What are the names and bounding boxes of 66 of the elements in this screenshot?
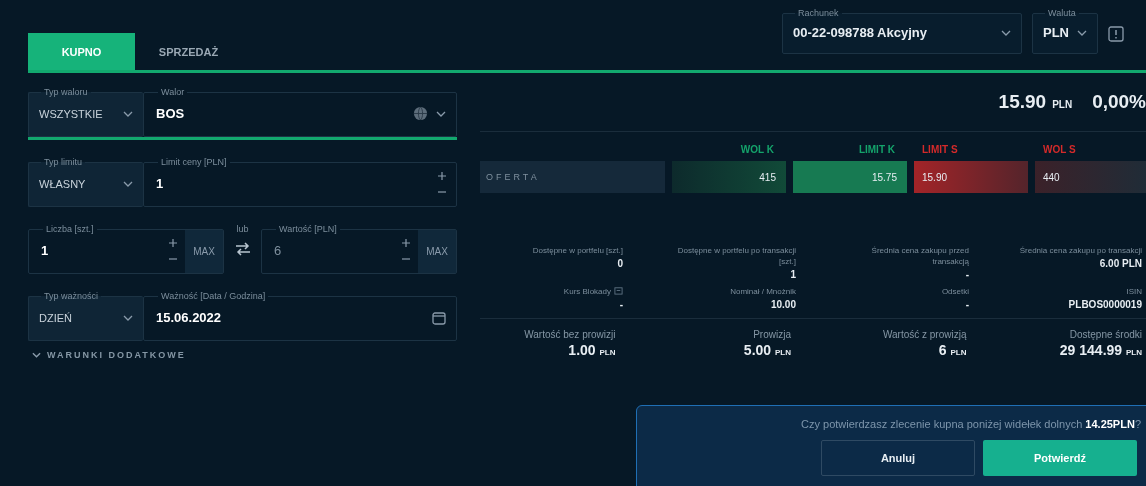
summary-label: Dostępne środki — [1069, 329, 1142, 340]
additional-conditions-toggle[interactable]: WARUNKI DODATKOWE — [28, 350, 186, 360]
order-book-cell: 15.75 — [793, 161, 907, 193]
info-label: Dostępne w portfelu [szt.] — [532, 245, 623, 256]
summary-label: Wartość bez prowizji — [524, 329, 616, 340]
tab[interactable]: SPRZEDAŻ — [135, 33, 242, 70]
plus-icon[interactable] — [402, 238, 410, 247]
max-button[interactable]: MAX — [418, 230, 456, 273]
currency-unit: PLN — [1052, 99, 1073, 110]
order-book-cell: 440 — [1035, 161, 1146, 193]
order-book-cell: 415 — [672, 161, 786, 193]
plus-icon[interactable] — [169, 238, 177, 247]
chevron-down-icon — [1001, 29, 1011, 36]
column-header: WOL S — [1042, 144, 1077, 155]
price-limit-field[interactable]: Limit ceny [PLN] 1 — [143, 157, 457, 207]
chevron-down-icon — [1077, 29, 1087, 36]
chevron-down-icon — [123, 180, 133, 187]
summary-amount: 5.00 PLN — [743, 342, 791, 358]
currency-select[interactable]: Waluta PLN — [1032, 8, 1098, 54]
summary-amount: 1.00 PLN — [568, 342, 616, 358]
row-label: OFERTA — [480, 161, 665, 193]
price-change: 0,00% — [1092, 91, 1146, 113]
info-value: 10.00 — [770, 299, 796, 310]
globe-icon — [413, 106, 428, 121]
info-label: Średnia cena zakupu przed transakcją — [870, 245, 969, 267]
info-label: Dostępne w portfelu po transakcji [szt.] — [676, 245, 796, 267]
cancel-button[interactable]: Anuluj — [821, 440, 975, 476]
info-label: Średnia cena zakupu po transakcji — [1019, 245, 1142, 256]
confirm-message: Czy potwierdzasz zlecenie kupna poniżej widełek dolnych 14.25PLN? — [801, 418, 1141, 430]
summary-amount: 29 144.99 PLN — [1059, 342, 1142, 358]
info-label: Nominał / Mnożnik — [730, 286, 796, 297]
or-label: lub — [236, 224, 249, 234]
price: 15.90 — [998, 91, 1047, 113]
info-label: Odsetki — [941, 286, 969, 297]
validity-type-select[interactable]: Typ ważności DZIEŃ — [28, 291, 143, 341]
info-value: - — [619, 299, 623, 310]
info-value: PLBOS0000019 — [1068, 299, 1142, 310]
chevron-down-icon — [123, 314, 133, 321]
limit-type-select[interactable]: Typ limitu WŁASNY — [28, 157, 143, 207]
chevron-down-icon — [32, 352, 41, 358]
instrument-type-select[interactable]: Typ waloru WSZYSTKIE — [28, 87, 143, 137]
info-value: - — [965, 269, 969, 280]
chevron-down-icon — [123, 110, 133, 117]
quantity-field[interactable]: Liczba [szt.] 1 MAX — [28, 224, 224, 274]
info-label: Kurs Blokady — [563, 286, 623, 297]
account-select[interactable]: Rachunek 00-22-098788 Akcyjny — [782, 8, 1022, 54]
summary-label: Prowizja — [753, 329, 791, 340]
summary-label: Wartość z prowizją — [882, 329, 967, 340]
date-field[interactable]: Ważność [Data / Godzina] 15.06.2022 — [143, 291, 457, 341]
info-value: 0 — [617, 258, 623, 269]
chevron-down-icon — [436, 110, 446, 117]
info-value: 1 — [790, 269, 796, 280]
info-label: ISIN — [1126, 286, 1142, 297]
column-header: LIMIT K — [857, 144, 896, 155]
column-header: LIMIT S — [921, 144, 959, 155]
max-button[interactable]: MAX — [185, 230, 223, 273]
info-value: - — [965, 299, 969, 310]
column-header: WOL K — [739, 144, 775, 155]
calendar-icon[interactable] — [432, 310, 446, 325]
swap-icon[interactable] — [234, 242, 251, 256]
summary-amount: 6 PLN — [938, 342, 967, 358]
amount-field[interactable]: Wartość [PLN] 6 MAX — [261, 224, 457, 274]
instrument-field[interactable]: Walor BOS — [143, 87, 457, 137]
info-value: 6.00 PLN — [1099, 258, 1142, 269]
plus-icon[interactable] — [438, 171, 446, 180]
order-book-cell: 15.90 — [914, 161, 1028, 193]
